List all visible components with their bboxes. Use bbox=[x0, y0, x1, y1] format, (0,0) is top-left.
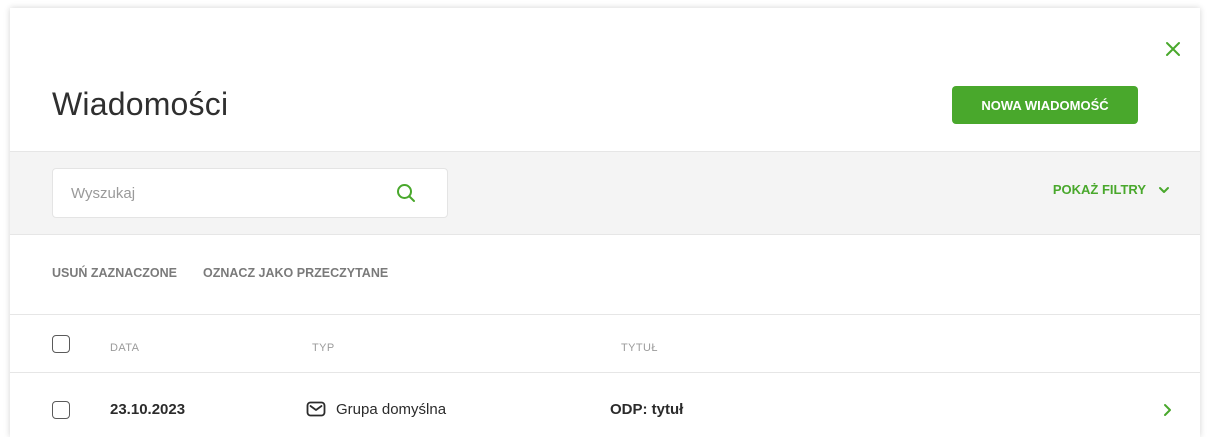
search-input[interactable] bbox=[69, 169, 373, 217]
search-field[interactable] bbox=[52, 168, 448, 218]
messages-panel: Wiadomości NOWA WIADOMOŚĆ POKAŻ FILTRY U… bbox=[10, 8, 1200, 437]
mark-as-read-button[interactable]: OZNACZ JAKO PRZECZYTANE bbox=[203, 266, 388, 280]
divider bbox=[10, 314, 1200, 315]
delete-selected-button[interactable]: USUŃ ZAZNACZONE bbox=[52, 266, 177, 280]
table-row[interactable]: 23.10.2023 Grupa domyślna ODP: tytuł bbox=[10, 378, 1200, 437]
bulk-actions: USUŃ ZAZNACZONE OZNACZ JAKO PRZECZYTANE bbox=[52, 266, 388, 280]
search-bar: POKAŻ FILTRY bbox=[10, 151, 1200, 235]
column-header-title: TYTUŁ bbox=[621, 342, 658, 354]
show-filters-label: POKAŻ FILTRY bbox=[1052, 182, 1146, 197]
search-icon[interactable] bbox=[395, 182, 417, 204]
close-icon[interactable] bbox=[1162, 38, 1184, 60]
row-type: Grupa domyślna bbox=[336, 401, 447, 418]
column-header-type: TYP bbox=[312, 342, 335, 354]
row-checkbox[interactable] bbox=[52, 401, 70, 419]
column-header-date: DATA bbox=[110, 342, 140, 354]
select-all-checkbox[interactable] bbox=[52, 335, 70, 353]
envelope-icon bbox=[306, 401, 326, 417]
new-message-button[interactable]: NOWA WIADOMOŚĆ bbox=[952, 86, 1138, 124]
row-title: ODP: tytuł bbox=[610, 401, 684, 418]
page-title: Wiadomości bbox=[52, 86, 229, 122]
chevron-down-icon bbox=[1159, 186, 1169, 193]
divider bbox=[10, 372, 1200, 373]
row-date: 23.10.2023 bbox=[110, 401, 186, 418]
chevron-right-icon[interactable] bbox=[1162, 403, 1172, 417]
show-filters-toggle[interactable]: POKAŻ FILTRY bbox=[1053, 182, 1170, 197]
